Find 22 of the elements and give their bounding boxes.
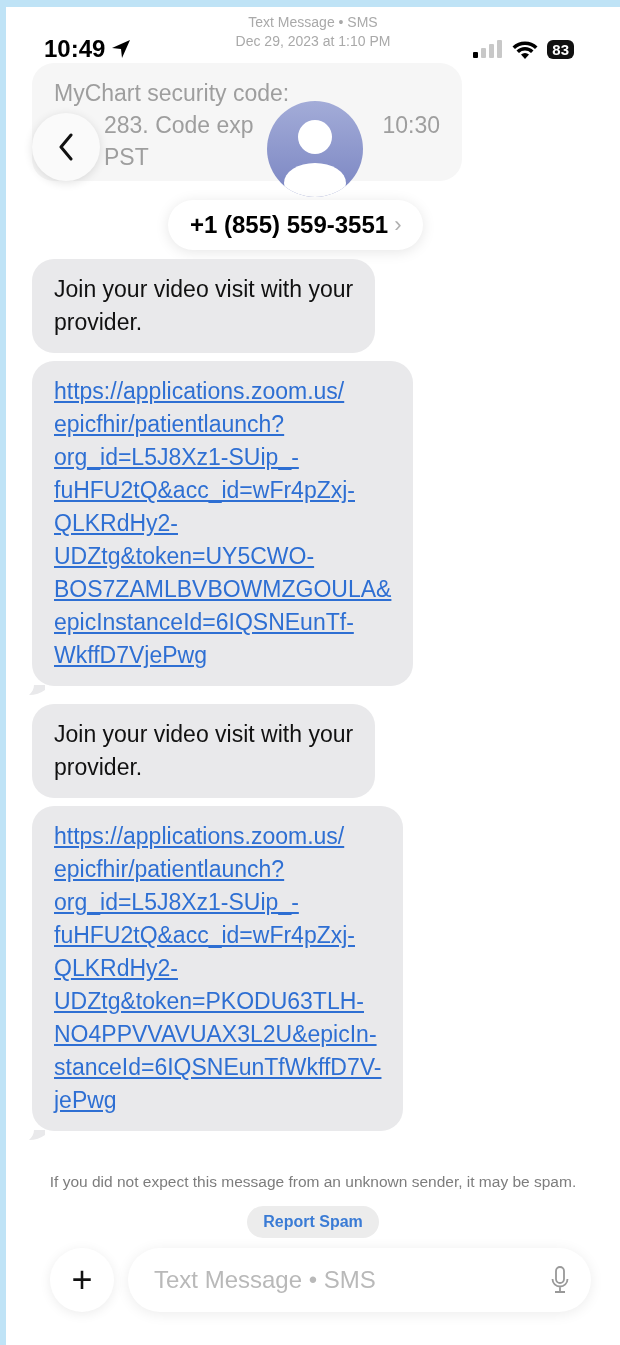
report-spam-button[interactable]: Report Spam [247,1206,379,1238]
add-button[interactable]: + [50,1248,114,1312]
message-text: PST [104,143,150,172]
message-input-field[interactable]: Text Message • SMS [128,1248,591,1312]
status-time: 10:49 [44,35,106,63]
message-link[interactable]: https://applications.zoom.us/ epicfhir/patientlaunch? org_id=L5J8Xz1-SUip_- fuHFU2tQ&acc_id=wFr4pZxj- QLKRdHy2- UDZtg&token=UY5CWO- BOS7ZAMLBVBOWMZGOULA& epicInstanceId=6IQSNEunTf- WkffD7VjePwg [54,375,392,672]
wifi-icon [512,39,539,59]
message-text: Join your video visit with your provider. [54,275,354,337]
message-text: MyChart security code: [54,79,291,108]
microphone-icon[interactable] [551,1266,569,1294]
message-text: Join your video visit with your provider. [54,720,354,782]
conversation-date: Dec 29, 2023 at 1:10 PM [235,32,391,51]
message-text: 283. Code exp [104,111,254,140]
message-link[interactable]: https://applications.zoom.us/ epicfhir/patientlaunch? org_id=L5J8Xz1-SUip_- fuHFU2tQ&acc_id=wFr4pZxj- QLKRdHy2- UDZtg&token=PKODU63TLH- NO4PPVVAVUAX3L2U&epicIn- stanceId=6IQSNEunTfWkffD7V- jePwg [54,820,382,1117]
location-arrow-icon [111,39,132,59]
battery-level: 83 [547,39,574,59]
message-text: 10:30 [382,111,440,140]
signal-icon [473,40,504,58]
contact-name-button[interactable]: +1 (855) 559-3551 › [168,200,424,250]
spam-warning: If you did not expect this message from an unknown sender, it may be spam. [48,1172,578,1192]
back-chevron-icon [58,133,74,161]
conversation-type: Text Message • SMS [248,13,378,32]
